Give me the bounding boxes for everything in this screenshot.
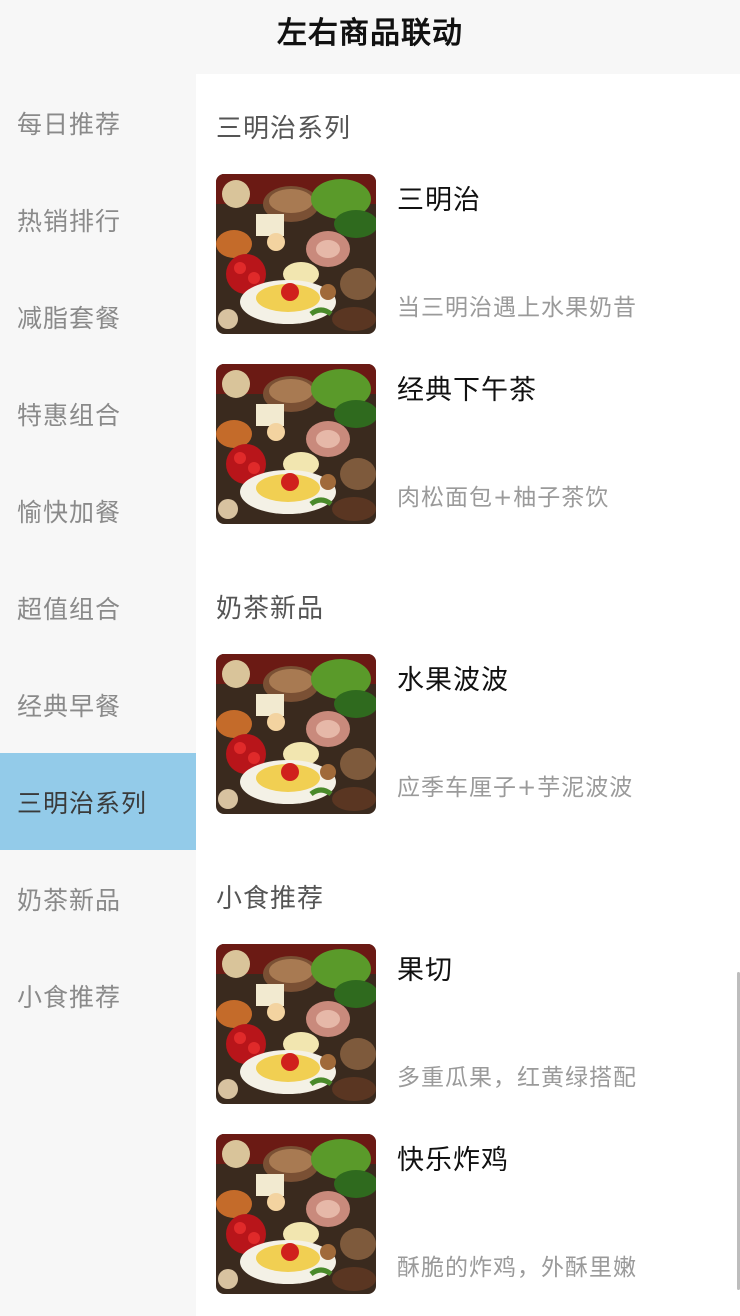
product-card[interactable]: 水果波波 应季车厘子+芋泥波波 (216, 654, 726, 814)
product-name: 经典下午茶 (397, 375, 537, 406)
product-card[interactable]: 三明治 当三明治遇上水果奶昔 (216, 174, 726, 334)
section-title-snacks: 小食推荐 (216, 884, 325, 914)
sidebar-item-diet-meals[interactable]: 减脂套餐 (0, 268, 196, 365)
product-image (216, 654, 376, 814)
product-list[interactable]: 三明治系列 三明治 当三明治遇上水果奶昔 经典下午茶 肉松面包+柚子茶饮 奶茶新… (196, 74, 740, 1316)
product-card[interactable]: 经典下午茶 肉松面包+柚子茶饮 (216, 364, 726, 524)
product-desc: 多重瓜果，红黄绿搭配 (397, 1065, 637, 1091)
product-name: 快乐炸鸡 (397, 1145, 509, 1176)
product-card[interactable]: 快乐炸鸡 酥脆的炸鸡，外酥里嫩 (216, 1134, 726, 1294)
sidebar-item-hot-sales[interactable]: 热销排行 (0, 171, 196, 268)
product-name: 水果波波 (397, 665, 509, 696)
category-sidebar: 每日推荐 热销排行 减脂套餐 特惠组合 愉快加餐 超值组合 经典早餐 三明治系列… (0, 74, 196, 1316)
section-title-milk-tea: 奶茶新品 (216, 594, 325, 624)
sidebar-item-special-combo[interactable]: 特惠组合 (0, 365, 196, 462)
product-desc: 酥脆的炸鸡，外酥里嫩 (397, 1255, 637, 1281)
sidebar-item-sandwich-series[interactable]: 三明治系列 (0, 753, 196, 850)
sidebar-item-classic-breakfast[interactable]: 经典早餐 (0, 656, 196, 753)
product-desc: 肉松面包+柚子茶饮 (397, 485, 610, 511)
sidebar-item-happy-extra[interactable]: 愉快加餐 (0, 462, 196, 559)
sidebar-item-milk-tea[interactable]: 奶茶新品 (0, 850, 196, 947)
sidebar-item-value-combo[interactable]: 超值组合 (0, 559, 196, 656)
product-name: 三明治 (397, 185, 481, 216)
product-desc: 应季车厘子+芋泥波波 (397, 775, 634, 801)
product-image (216, 944, 376, 1104)
page-title: 左右商品联动 (277, 16, 463, 51)
product-name: 果切 (397, 955, 453, 986)
navigation-bar: 左右商品联动 (0, 0, 740, 74)
section-title-sandwich: 三明治系列 (216, 114, 352, 144)
product-image (216, 1134, 376, 1294)
product-image (216, 174, 376, 334)
product-desc: 当三明治遇上水果奶昔 (397, 295, 637, 321)
sidebar-item-snacks[interactable]: 小食推荐 (0, 947, 196, 1044)
product-card[interactable]: 果切 多重瓜果，红黄绿搭配 (216, 944, 726, 1104)
product-image (216, 364, 376, 524)
sidebar-item-daily-recommend[interactable]: 每日推荐 (0, 74, 196, 171)
